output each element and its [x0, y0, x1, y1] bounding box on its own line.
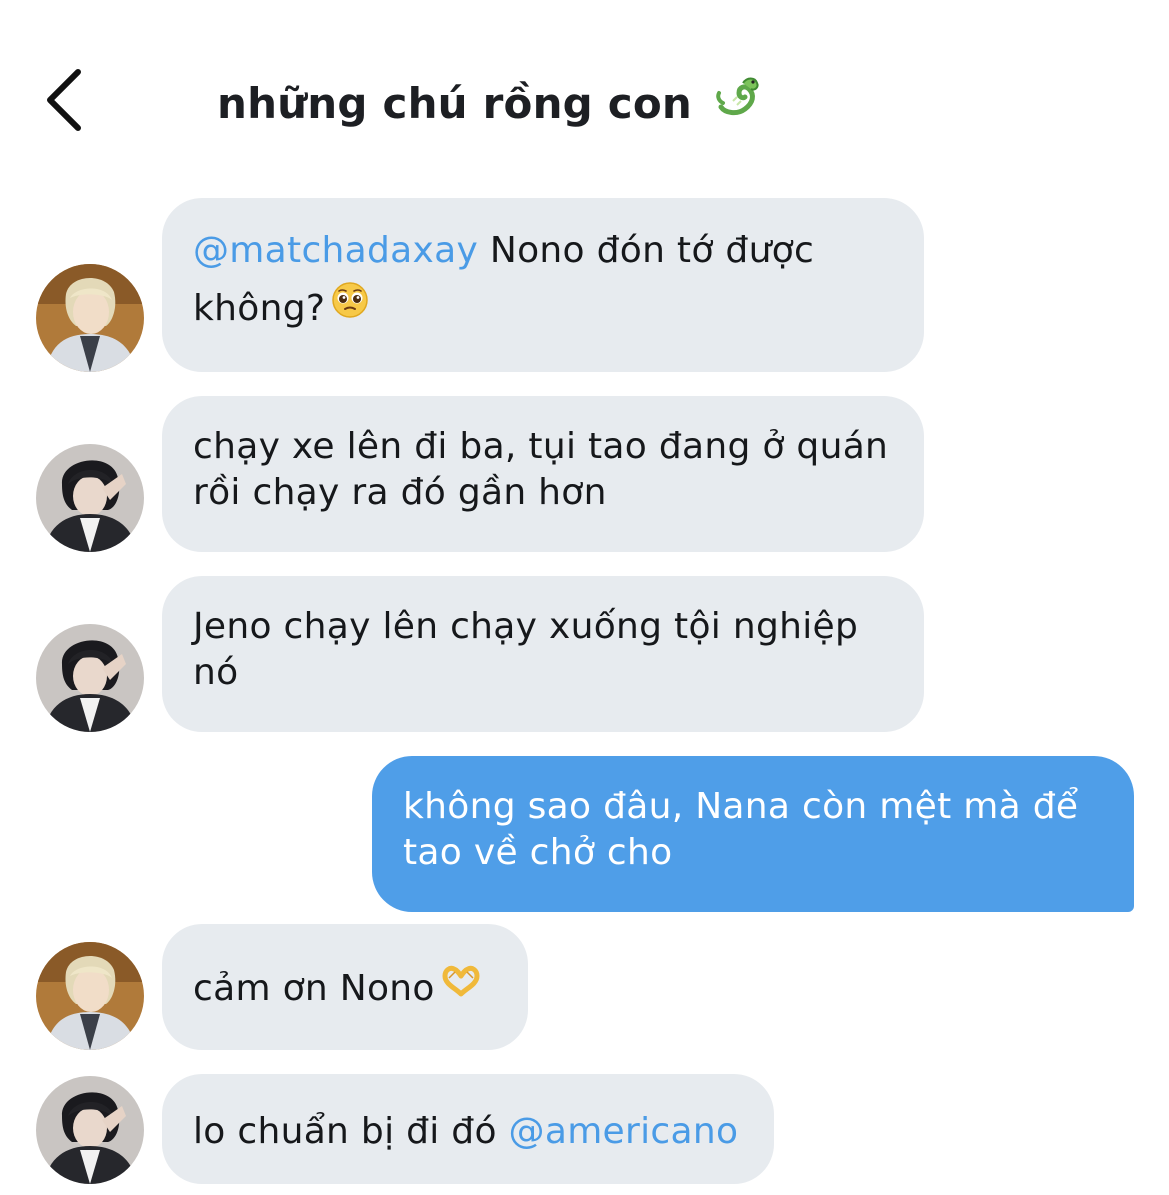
- message-text: rồi chạy ra đó gần hơn: [193, 472, 607, 513]
- message-line: rồi chạy ra đó gần hơn: [193, 468, 894, 518]
- message-text: cảm ơn Nono: [193, 968, 435, 1009]
- message-text: Nono đón tớ được: [478, 230, 815, 271]
- user-mention[interactable]: @americano: [509, 1111, 739, 1152]
- chat-header: những chú rồng con: [0, 0, 1169, 190]
- dragon-emoji-icon: [715, 73, 763, 133]
- message-text: chạy xe lên đi ba, tụi tao đang ở quán: [193, 426, 889, 467]
- avatar-blonde-icon: [36, 264, 144, 372]
- chat-title-text: những chú rồng con: [217, 79, 693, 128]
- pleading-face-emoji-icon: [331, 281, 369, 333]
- avatar-blonde-icon: [36, 942, 144, 1050]
- message-text: nó: [193, 652, 239, 693]
- chat-title: những chú rồng con: [217, 74, 763, 134]
- message-line: chạy xe lên đi ba, tụi tao đang ở quán: [193, 422, 894, 472]
- heart-hands-emoji-icon: [441, 962, 481, 1012]
- avatar[interactable]: [36, 264, 144, 372]
- message-line: Jeno chạy lên chạy xuống tội nghiệp: [193, 602, 894, 652]
- message-line: không sao đâu, Nana còn mệt mà để: [403, 782, 1104, 832]
- user-mention[interactable]: @matchadaxay: [193, 230, 478, 271]
- avatar-dark-hair-icon: [36, 624, 144, 732]
- avatar[interactable]: [36, 444, 144, 552]
- message-bubble[interactable]: cảm ơn Nono: [162, 924, 528, 1050]
- my-message-bubble[interactable]: không sao đâu, Nana còn mệt mà để tao về…: [372, 756, 1134, 912]
- message-line: cảm ơn Nono: [193, 964, 498, 1014]
- message-text: tao về chở cho: [403, 832, 673, 873]
- avatar[interactable]: [36, 624, 144, 732]
- avatar-dark-hair-icon: [36, 444, 144, 552]
- message-text: không sao đâu, Nana còn mệt mà để: [403, 786, 1079, 827]
- message-text: lo chuẩn bị đi đó: [193, 1111, 509, 1152]
- message-line: tao về chở cho: [403, 828, 1104, 878]
- back-button[interactable]: [30, 60, 110, 140]
- message-bubble[interactable]: lo chuẩn bị đi đó @americano: [162, 1074, 774, 1184]
- message-bubble[interactable]: Jeno chạy lên chạy xuống tội nghiệp nó: [162, 576, 924, 732]
- message-bubble[interactable]: @matchadaxay Nono đón tớ được không?: [162, 198, 924, 372]
- avatar[interactable]: [36, 942, 144, 1050]
- message-line: nó: [193, 648, 894, 698]
- message-line: @matchadaxay Nono đón tớ được: [193, 226, 894, 276]
- chevron-left-icon: [47, 69, 81, 131]
- message-bubble[interactable]: chạy xe lên đi ba, tụi tao đang ở quán r…: [162, 396, 924, 552]
- avatar[interactable]: [36, 1076, 144, 1184]
- message-line: không?: [193, 281, 894, 334]
- avatar-dark-hair-icon: [36, 1076, 144, 1184]
- message-text: Jeno chạy lên chạy xuống tội nghiệp: [193, 606, 859, 647]
- message-text: không?: [193, 288, 326, 329]
- message-line: lo chuẩn bị đi đó @americano: [193, 1107, 744, 1157]
